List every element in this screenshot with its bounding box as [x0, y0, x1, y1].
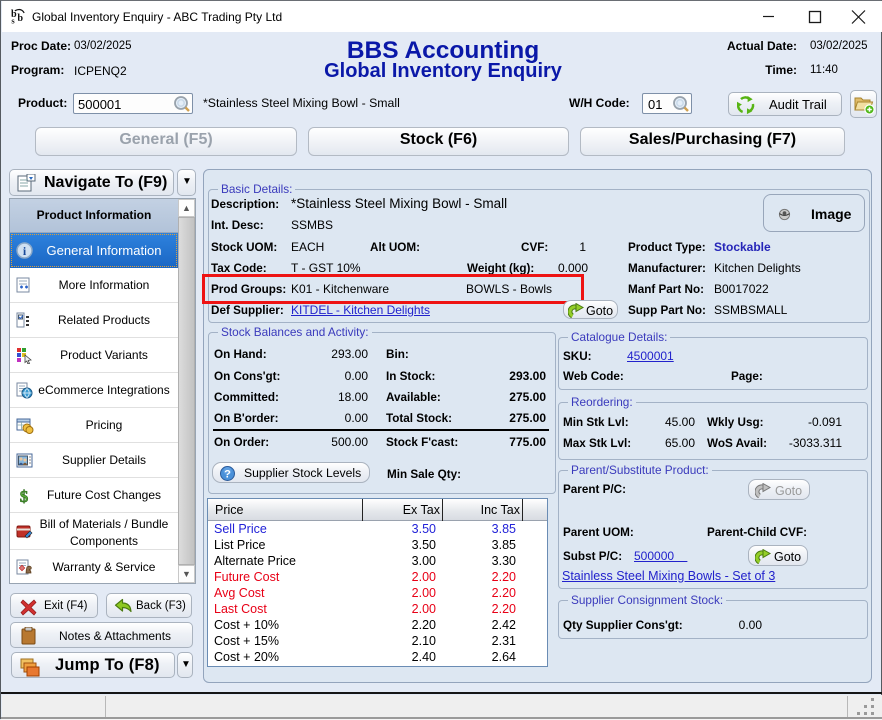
svg-text:b: b — [17, 13, 23, 24]
svg-text:?: ? — [224, 469, 231, 481]
svg-text:$: $ — [20, 487, 29, 505]
